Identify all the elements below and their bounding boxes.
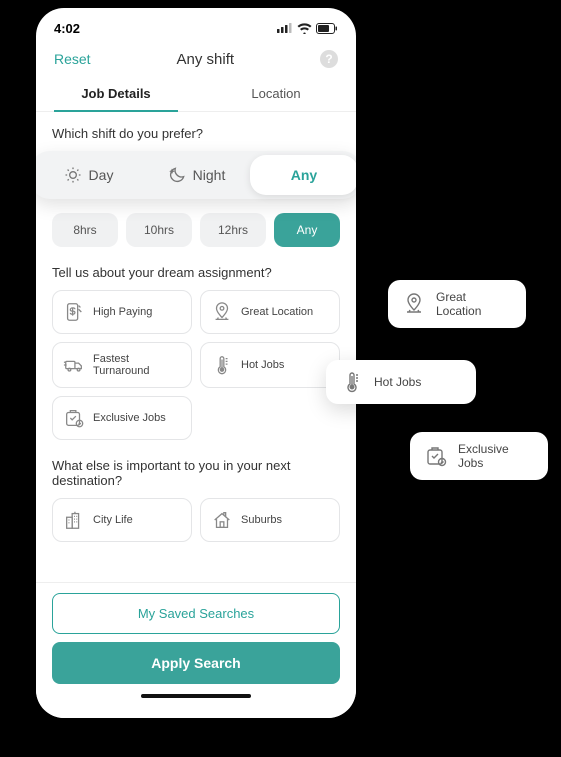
dest-card-suburbs[interactable]: Suburbs — [200, 498, 340, 542]
callout-label: Hot Jobs — [374, 375, 421, 389]
tabs: Job Details Location — [36, 76, 356, 112]
dream-card-great-location[interactable]: Great Location — [200, 290, 340, 334]
destination-grid: City Life Suburbs — [52, 498, 340, 542]
card-label: Great Location — [241, 306, 313, 318]
callout-exclusive-jobs: Exclusive Jobs — [410, 432, 548, 480]
card-label: City Life — [93, 514, 133, 526]
exclusive-icon — [63, 407, 85, 429]
callout-label: Great Location — [436, 290, 512, 318]
card-label: Fastest Turnaround — [93, 353, 181, 377]
home-indicator — [141, 694, 251, 698]
callout-label: Exclusive Jobs — [458, 442, 534, 470]
bottom-bar: My Saved Searches Apply Search — [36, 582, 356, 718]
battery-icon — [316, 23, 338, 34]
callout-hot-jobs: Hot Jobs — [326, 360, 476, 404]
help-icon[interactable]: ? — [320, 50, 338, 68]
card-label: Hot Jobs — [241, 359, 284, 371]
status-bar: 4:02 — [36, 8, 356, 40]
hours-chip-12[interactable]: 12hrs — [200, 213, 266, 247]
dream-grid: High Paying Great Location Fastest Turna… — [52, 290, 340, 440]
shift-option-any[interactable]: Any — [250, 155, 356, 195]
exclusive-icon — [424, 444, 448, 468]
reset-button[interactable]: Reset — [54, 51, 91, 67]
shift-option-night[interactable]: Night — [142, 155, 250, 195]
nav-title: Any shift — [177, 51, 235, 68]
card-label: Suburbs — [241, 514, 282, 526]
location-pin-icon — [402, 292, 426, 316]
sun-icon — [63, 165, 83, 185]
dream-card-hot-jobs[interactable]: Hot Jobs — [200, 342, 340, 388]
shift-segmented-control: Day Night Any — [36, 151, 356, 199]
signal-icon — [277, 23, 293, 33]
money-icon — [63, 301, 85, 323]
apply-search-button[interactable]: Apply Search — [52, 642, 340, 684]
status-icons — [277, 23, 338, 34]
hours-chip-8[interactable]: 8hrs — [52, 213, 118, 247]
shift-option-day[interactable]: Day — [36, 155, 142, 195]
moon-icon — [167, 165, 187, 185]
thermometer-icon — [340, 370, 364, 394]
house-icon — [211, 509, 233, 531]
hours-chip-any[interactable]: Any — [274, 213, 340, 247]
callout-great-location: Great Location — [388, 280, 526, 328]
phone-frame: 4:02 Reset Any shift ? Job Details Locat… — [36, 8, 356, 718]
question-dream: Tell us about your dream assignment? — [52, 265, 340, 280]
dream-card-exclusive-jobs[interactable]: Exclusive Jobs — [52, 396, 192, 440]
navbar: Reset Any shift ? — [36, 40, 356, 76]
question-shift: Which shift do you prefer? — [52, 126, 340, 141]
tab-location[interactable]: Location — [196, 76, 356, 111]
fast-truck-icon — [63, 354, 85, 376]
content: Which shift do you prefer? Day Night Any… — [36, 112, 356, 582]
tab-job-details[interactable]: Job Details — [36, 76, 196, 111]
hours-chip-10[interactable]: 10hrs — [126, 213, 192, 247]
saved-searches-button[interactable]: My Saved Searches — [52, 593, 340, 634]
card-label: Exclusive Jobs — [93, 412, 166, 424]
status-time: 4:02 — [54, 21, 80, 36]
wifi-icon — [297, 23, 312, 34]
question-destination: What else is important to you in your ne… — [52, 458, 340, 488]
city-icon — [63, 509, 85, 531]
dream-card-high-paying[interactable]: High Paying — [52, 290, 192, 334]
hours-row: 8hrs 10hrs 12hrs Any — [52, 213, 340, 247]
thermometer-icon — [211, 354, 233, 376]
location-pin-icon — [211, 301, 233, 323]
dest-card-city-life[interactable]: City Life — [52, 498, 192, 542]
dream-card-fastest-turnaround[interactable]: Fastest Turnaround — [52, 342, 192, 388]
card-label: High Paying — [93, 306, 152, 318]
